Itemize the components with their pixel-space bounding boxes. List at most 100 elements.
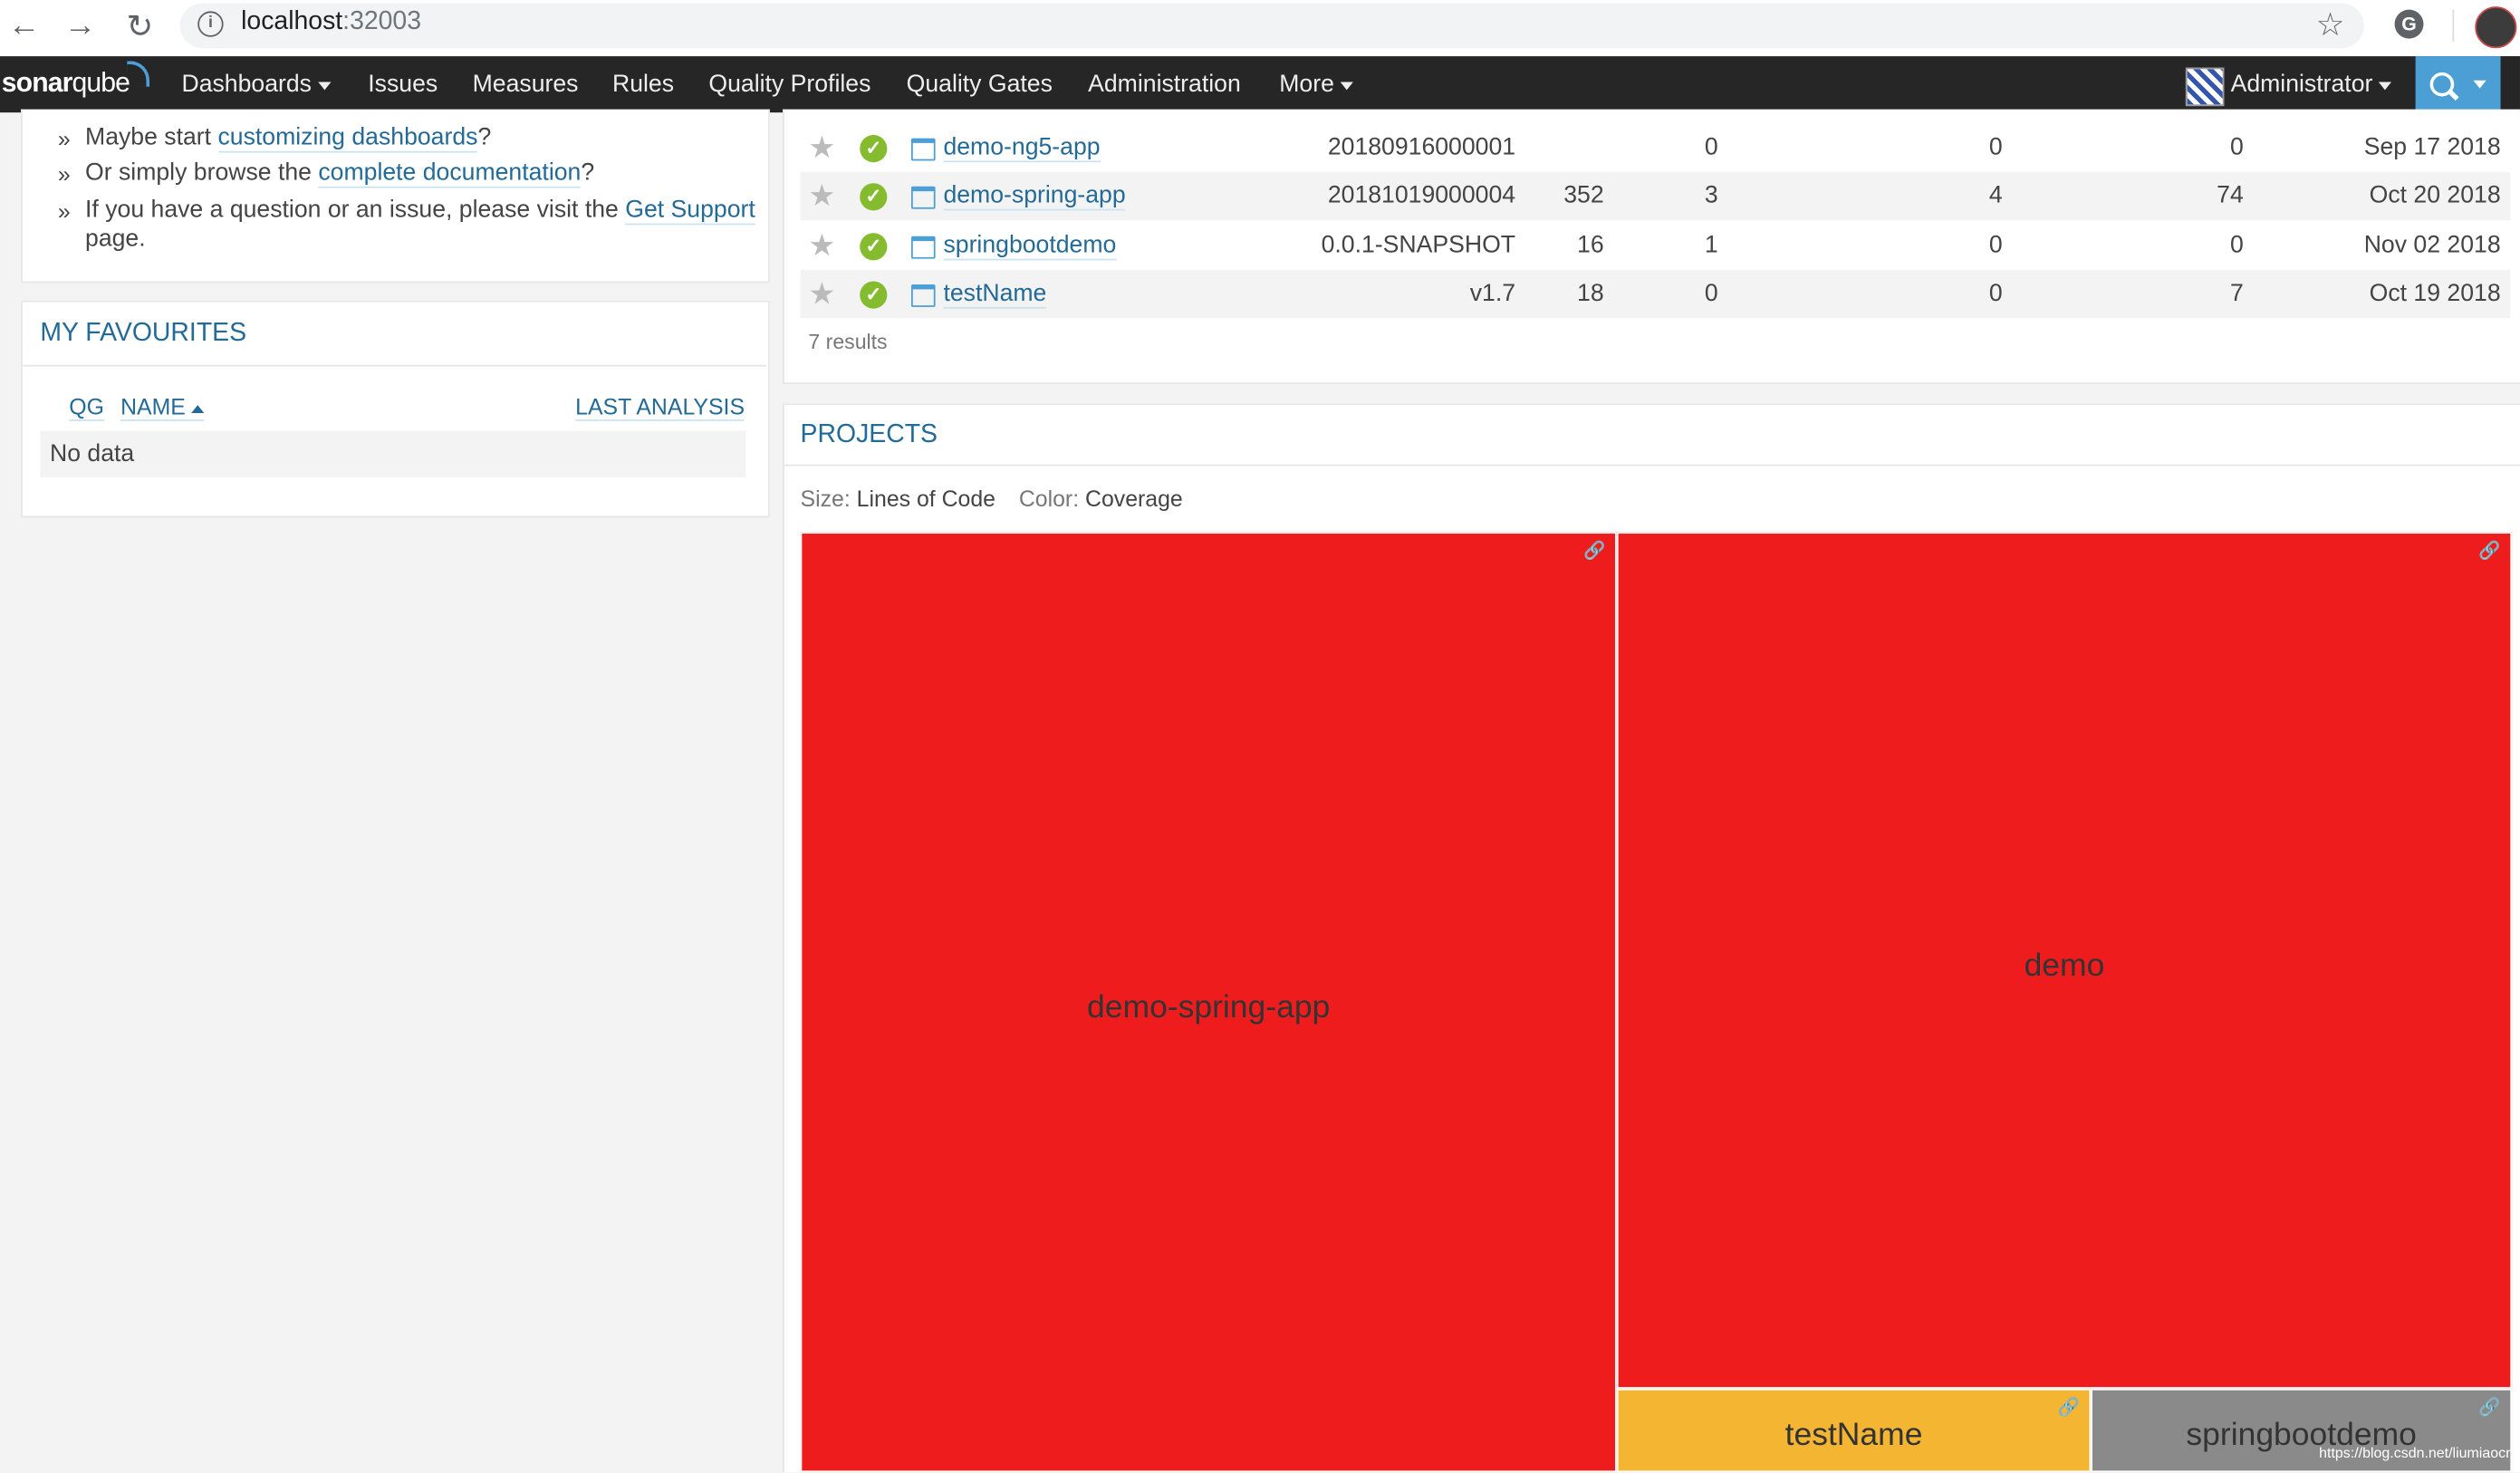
favorite-star-icon[interactable]: ★ [808, 130, 835, 168]
vulnerabilities-cell: 0 [1988, 231, 2003, 259]
bullet-icon: » [57, 125, 71, 151]
bullet-icon: » [57, 160, 71, 187]
chevron-down-icon [2379, 81, 2392, 90]
favorite-star-icon[interactable]: ★ [808, 276, 835, 313]
toolbar-divider [2452, 9, 2455, 43]
loc-cell: 18 [1577, 279, 1604, 307]
url-host: localhost [241, 7, 343, 36]
no-data-text: No data [50, 440, 135, 468]
bugs-cell: 0 [1704, 133, 1718, 161]
col-name[interactable]: NAME [120, 394, 206, 421]
project-name-link[interactable]: springbootdemo [943, 231, 1117, 261]
chevron-down-icon [2473, 80, 2486, 89]
url-port: :32003 [342, 7, 422, 36]
loc-cell: 16 [1577, 231, 1604, 259]
size-legend: Size: Lines of Code [800, 485, 995, 512]
projects-title: PROJECTS [800, 420, 938, 449]
vulnerabilities-cell: 0 [1988, 279, 2003, 307]
complete-documentation-link[interactable]: complete documentation [318, 159, 582, 188]
nav-rules[interactable]: Rules [612, 71, 674, 98]
forward-arrow-icon[interactable]: → [61, 6, 100, 45]
tile-label: demo-spring-app [1087, 989, 1331, 1025]
project-name-link[interactable]: demo-spring-app [943, 181, 1126, 211]
reload-icon[interactable]: ↻ [120, 6, 159, 45]
address-url[interactable]: localhost:32003 [241, 8, 421, 37]
project-icon [910, 284, 936, 307]
treemap-tile-demo[interactable]: demo 🔗 [1616, 532, 2513, 1389]
last-analysis-cell: Sep 17 2018 [2363, 133, 2501, 161]
link-icon[interactable]: 🔗 [2478, 540, 2500, 561]
color-legend: Color: Coverage [1018, 485, 1183, 512]
last-analysis-cell: Oct 20 2018 [2369, 181, 2501, 209]
sort-ascending-icon [191, 404, 206, 413]
favorite-star-icon[interactable]: ★ [808, 228, 835, 265]
version-cell: 20180916000001 [1327, 133, 1516, 161]
project-icon [910, 138, 936, 161]
about-line-2: Or simply browse the complete documentat… [85, 159, 595, 188]
profile-avatar-icon[interactable] [2475, 6, 2517, 49]
search-icon [2429, 72, 2455, 97]
customizing-dashboards-link[interactable]: customizing dashboards [217, 123, 478, 153]
user-avatar[interactable] [2185, 67, 2225, 107]
last-analysis-cell: Oct 19 2018 [2369, 279, 2501, 307]
nav-quality-profiles[interactable]: Quality Profiles [708, 71, 870, 98]
version-cell: 20181019000004 [1327, 181, 1516, 209]
link-icon[interactable]: 🔗 [2058, 1397, 2080, 1418]
user-menu[interactable]: Administrator [2231, 71, 2392, 98]
nav-dashboards[interactable]: Dashboards [181, 71, 332, 98]
project-icon [910, 236, 936, 259]
quality-gate-passed-icon: ✓ [860, 183, 888, 211]
empty-row [40, 430, 746, 477]
nav-quality-gates[interactable]: Quality Gates [907, 71, 1053, 98]
nav-more[interactable]: More [1279, 71, 1354, 98]
search-button[interactable] [2415, 56, 2501, 113]
code-smells-cell: 74 [2217, 181, 2244, 209]
code-smells-cell: 7 [2229, 279, 2244, 307]
browser-toolbar: ← → ↻ i localhost:32003 ☆ G [0, 0, 2520, 58]
nav-measures[interactable]: Measures [473, 71, 579, 98]
code-smells-cell: 0 [2229, 133, 2244, 161]
get-support-link[interactable]: Get Support [625, 196, 755, 226]
link-icon[interactable]: 🔗 [1583, 540, 1605, 561]
project-name-link[interactable]: demo-ng5-app [943, 133, 1101, 163]
vulnerabilities-cell: 4 [1988, 181, 2003, 209]
link-icon[interactable]: 🔗 [2478, 1397, 2500, 1418]
bugs-cell: 3 [1704, 181, 1718, 209]
sonarqube-navbar: sonarqube Dashboards Issues Measures Rul… [0, 56, 2520, 113]
favorite-star-icon[interactable]: ★ [808, 178, 835, 216]
about-line-3-cont: page. [85, 225, 146, 253]
code-smells-cell: 0 [2229, 231, 2244, 259]
watermark: https://blog.csdn.net/liumiaocn [2319, 1445, 2514, 1461]
nav-issues[interactable]: Issues [368, 71, 438, 98]
version-cell: 0.0.1-SNAPSHOT [1321, 231, 1516, 259]
last-analysis-cell: Nov 02 2018 [2363, 231, 2501, 259]
back-arrow-icon[interactable]: ← [5, 6, 43, 45]
col-qg[interactable]: QG [69, 394, 104, 421]
divider [21, 364, 767, 367]
loc-cell: 352 [1563, 181, 1604, 209]
col-last-analysis[interactable]: LAST ANALYSIS [575, 394, 745, 421]
version-cell: v1.7 [1469, 279, 1516, 307]
info-icon[interactable]: i [197, 11, 224, 37]
address-bar[interactable] [179, 3, 2364, 49]
bugs-cell: 1 [1704, 231, 1718, 259]
project-name-link[interactable]: testName [943, 280, 1047, 309]
navbar-edge [2500, 56, 2520, 113]
quality-gate-passed-icon: ✓ [860, 135, 888, 163]
divider [783, 464, 2520, 467]
about-line-3: If you have a question or an issue, plea… [85, 196, 755, 226]
favourites-title: MY FAVOURITES [40, 320, 247, 348]
table-row[interactable] [800, 270, 2511, 319]
project-icon [910, 186, 936, 209]
results-count: 7 results [808, 329, 888, 354]
nav-administration[interactable]: Administration [1088, 71, 1241, 98]
bookmark-star-icon[interactable]: ☆ [2316, 5, 2345, 44]
extension-icon[interactable]: G [2394, 9, 2424, 39]
tile-label: testName [1784, 1417, 1923, 1453]
treemap-tile-demo-spring-app[interactable]: demo-spring-app 🔗 [800, 532, 1617, 1473]
quality-gate-passed-icon: ✓ [860, 281, 888, 309]
chevron-down-icon [1341, 81, 1354, 90]
treemap-tile-testname[interactable]: testName 🔗 [1616, 1388, 2092, 1473]
about-line-1: Maybe start customizing dashboards? [85, 123, 492, 153]
sonarqube-logo[interactable]: sonarqube [2, 61, 149, 100]
